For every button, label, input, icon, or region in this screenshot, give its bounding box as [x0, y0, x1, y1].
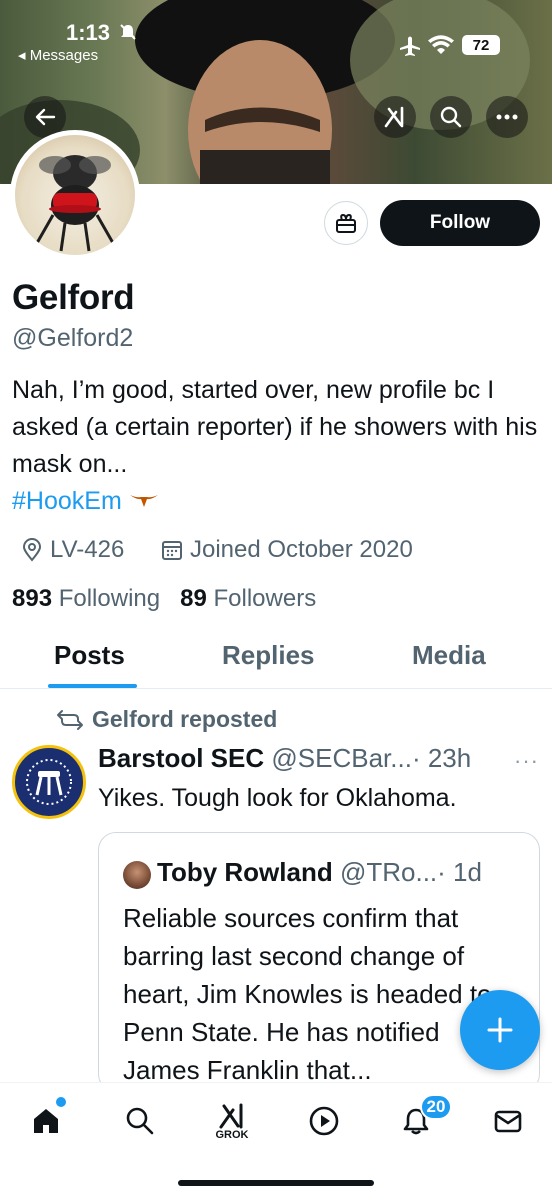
post-author-avatar[interactable]	[12, 745, 86, 819]
grok-label: GROK	[215, 1129, 249, 1141]
tab-replies[interactable]: Replies	[222, 640, 315, 671]
back-to-app[interactable]: ◂ Messages	[18, 46, 98, 64]
location-text: LV-426	[50, 536, 125, 563]
home-icon	[34, 1109, 58, 1133]
nav-grok[interactable]: GROK	[212, 1097, 252, 1147]
profile-joined: Joined October 2020	[160, 536, 413, 564]
back-app-label: Messages	[29, 47, 99, 64]
quote-header: Toby Rowland @TRo...· 1d	[157, 857, 482, 888]
repost-icon	[57, 709, 83, 730]
post-text: Yikes. Tough look for Oklahoma.	[98, 784, 457, 812]
wifi-icon	[428, 34, 454, 56]
profile-name: Gelford	[12, 278, 135, 317]
tabs-divider	[0, 688, 552, 689]
grok-icon	[219, 1103, 243, 1129]
location-pin-icon	[22, 538, 42, 562]
following-link[interactable]: 893 Following	[12, 585, 160, 612]
longhorn-icon	[129, 487, 159, 515]
play-circle-icon	[309, 1106, 339, 1136]
quote-author-avatar	[123, 861, 151, 889]
quote-handle: @TRo...	[339, 857, 438, 887]
follow-counts: 893 Following 89 Followers	[12, 585, 316, 613]
mail-icon	[494, 1110, 522, 1133]
battery-level: 72	[472, 36, 490, 54]
home-unread-dot	[56, 1097, 66, 1107]
follow-button[interactable]: Follow	[380, 200, 540, 246]
following-count: 893	[12, 585, 53, 612]
followers-label: Followers	[213, 585, 317, 612]
notifications-badge: 20	[420, 1094, 452, 1120]
followers-link[interactable]: 89 Followers	[180, 585, 316, 612]
quote-time: · 1d	[437, 857, 482, 887]
followers-count: 89	[180, 585, 207, 612]
barstool-logo-icon	[26, 759, 72, 805]
quote-author: Toby Rowland	[157, 857, 333, 887]
fly-image	[35, 155, 115, 252]
nav-video[interactable]	[304, 1101, 344, 1141]
repost-label: Gelford reposted	[92, 706, 278, 732]
battery-indicator: 72	[462, 35, 500, 55]
airplane-icon	[398, 34, 422, 58]
quote-text: Reliable sources confirm that barring la…	[123, 903, 492, 1085]
profile-handle: @Gelford2	[12, 324, 134, 352]
tab-posts[interactable]: Posts	[54, 640, 125, 671]
profile-location: LV-426	[20, 536, 124, 564]
joined-text: Joined October 2020	[190, 536, 413, 563]
bio-text: Nah, I’m good, started over, new profile…	[12, 376, 538, 478]
profile-avatar[interactable]	[10, 130, 140, 260]
silent-bell-icon	[118, 22, 138, 42]
post-author[interactable]: Barstool SEC	[98, 743, 264, 773]
grok-icon	[384, 106, 404, 128]
nav-messages[interactable]	[488, 1101, 528, 1141]
repost-indicator: Gelford reposted	[56, 706, 277, 733]
more-options-button[interactable]	[486, 96, 528, 138]
grok-button[interactable]	[374, 96, 416, 138]
hashtag-link[interactable]: #HookEm	[12, 487, 122, 515]
compose-button[interactable]	[460, 990, 540, 1070]
post-time: · 23h	[411, 743, 472, 773]
calendar-icon	[162, 541, 182, 560]
search-icon	[126, 1107, 154, 1135]
profile-bio: Nah, I’m good, started over, new profile…	[12, 372, 542, 520]
post-handle[interactable]: @SECBar...	[271, 743, 412, 773]
search-button[interactable]	[430, 96, 472, 138]
plus-icon	[487, 1017, 513, 1043]
following-label: Following	[58, 585, 161, 612]
arrow-left-icon	[35, 108, 56, 126]
search-icon	[440, 106, 462, 128]
home-indicator	[178, 1180, 374, 1186]
post-header: Barstool SEC @SECBar...· 23h	[98, 743, 471, 774]
status-time: 1:13	[66, 20, 111, 45]
nav-search[interactable]	[120, 1101, 160, 1141]
post-more-button[interactable]: ···	[514, 748, 539, 774]
gift-icon	[336, 213, 356, 233]
more-horizontal-icon	[496, 114, 518, 120]
gift-button[interactable]	[324, 201, 368, 245]
nav-home[interactable]	[26, 1097, 66, 1141]
tab-media[interactable]: Media	[412, 640, 486, 671]
